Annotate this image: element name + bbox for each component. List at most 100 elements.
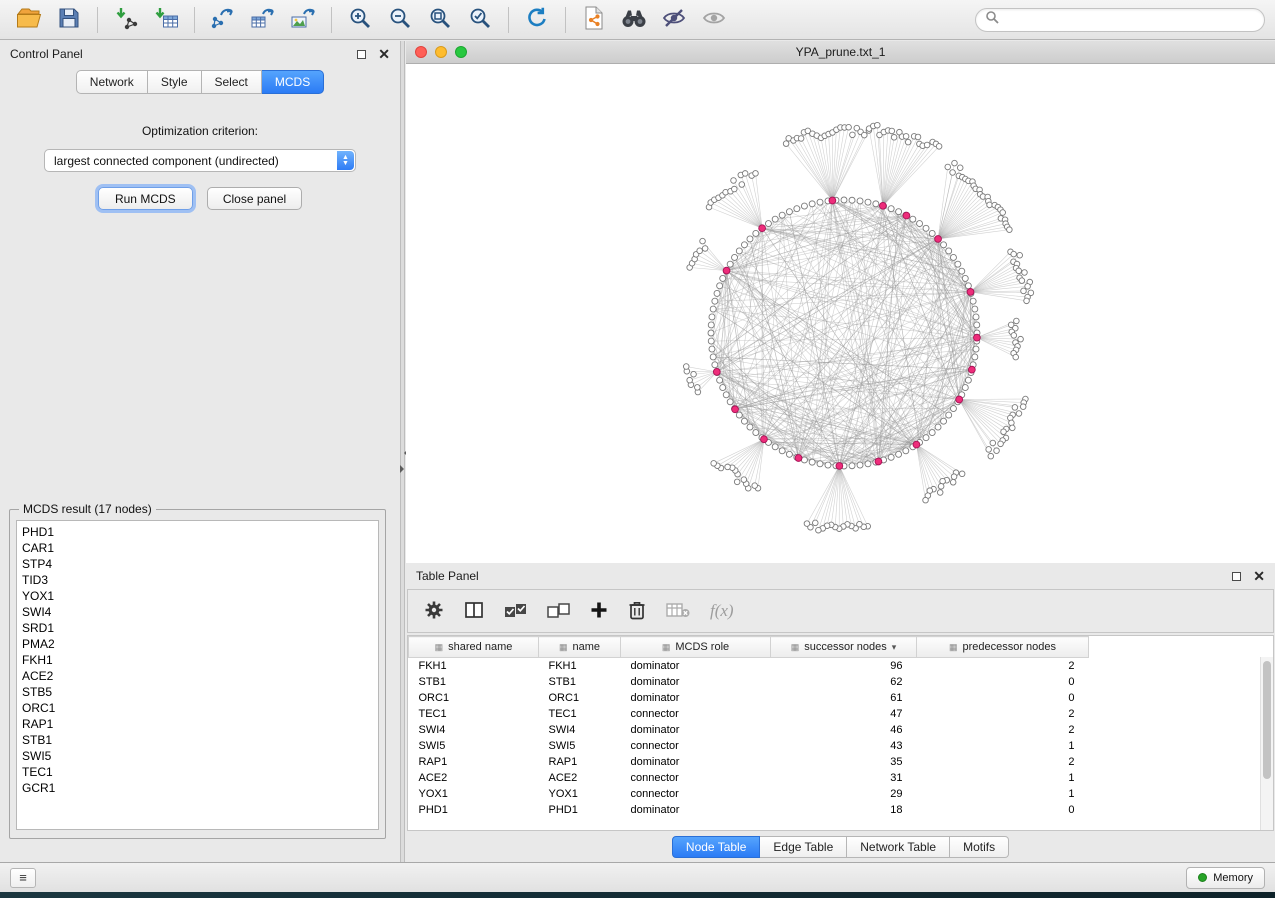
header-filler: [1089, 637, 1274, 658]
import-table-button[interactable]: [147, 4, 185, 36]
table-row[interactable]: PHD1PHD1dominator180: [409, 802, 1274, 818]
open-session-button[interactable]: [10, 4, 48, 36]
tab-mcds[interactable]: MCDS: [262, 70, 324, 94]
float-panel-icon[interactable]: [1232, 572, 1241, 581]
zoom-in-button[interactable]: [341, 4, 379, 36]
result-node-item[interactable]: TID3: [22, 572, 373, 588]
eye-slash-icon: [661, 7, 687, 32]
tab-node-table[interactable]: Node Table: [672, 836, 761, 858]
table-cell: YOX1: [539, 786, 621, 802]
column-header-MCDS-role[interactable]: ▦MCDS role: [621, 637, 771, 658]
result-node-item[interactable]: STP4: [22, 556, 373, 572]
search-icon: [985, 10, 999, 29]
cell-filler: [1089, 706, 1274, 722]
search-input[interactable]: [1005, 13, 1255, 27]
table-row[interactable]: RAP1RAP1dominator352: [409, 754, 1274, 770]
tab-style[interactable]: Style: [148, 70, 202, 94]
import-network-button[interactable]: [107, 4, 145, 36]
result-node-item[interactable]: TEC1: [22, 764, 373, 780]
tab-edge-table[interactable]: Edge Table: [760, 836, 847, 858]
result-node-item[interactable]: PMA2: [22, 636, 373, 652]
tab-select[interactable]: Select: [202, 70, 262, 94]
table-cell: RAP1: [409, 754, 539, 770]
result-node-item[interactable]: YOX1: [22, 588, 373, 604]
network-titlebar[interactable]: YPA_prune.txt_1: [406, 41, 1275, 64]
table-settings-button[interactable]: [424, 600, 444, 623]
network-view[interactable]: [406, 64, 1275, 562]
tab-network[interactable]: Network: [76, 70, 148, 94]
table-cell: dominator: [621, 722, 771, 738]
trash-icon: [628, 600, 646, 623]
table-cell: ACE2: [539, 770, 621, 786]
unselect-all-columns-button[interactable]: [547, 600, 570, 623]
result-node-item[interactable]: SWI4: [22, 604, 373, 620]
column-header-predecessor-nodes[interactable]: ▦predecessor nodes: [917, 637, 1089, 658]
find-button[interactable]: [615, 4, 653, 36]
save-session-button[interactable]: [50, 4, 88, 36]
table-scrollbar[interactable]: [1260, 657, 1273, 830]
vertical-splitter[interactable]: [400, 41, 405, 862]
table-row[interactable]: SWI4SWI4dominator462: [409, 722, 1274, 738]
table-cell: connector: [621, 770, 771, 786]
float-panel-icon[interactable]: [357, 50, 366, 59]
result-node-item[interactable]: ORC1: [22, 700, 373, 716]
close-panel-icon[interactable]: ✕: [378, 49, 390, 59]
control-panel-title: Control Panel: [10, 47, 83, 61]
zoom-selected-button[interactable]: [461, 4, 499, 36]
show-hidden-button[interactable]: [695, 4, 733, 36]
run-mcds-button[interactable]: Run MCDS: [98, 187, 193, 210]
close-panel-button[interactable]: Close panel: [207, 187, 302, 210]
column-header-shared-name[interactable]: ▦shared name: [409, 637, 539, 658]
column-header-successor-nodes[interactable]: ▦successor nodes▾: [771, 637, 917, 658]
tab-motifs[interactable]: Motifs: [950, 836, 1009, 858]
zoom-out-button[interactable]: [381, 4, 419, 36]
result-node-item[interactable]: FKH1: [22, 652, 373, 668]
table-row[interactable]: ACE2ACE2connector311: [409, 770, 1274, 786]
function-builder-button[interactable]: f(x): [710, 601, 734, 621]
delete-column-button[interactable]: [628, 600, 646, 623]
close-panel-icon[interactable]: ✕: [1253, 571, 1265, 581]
result-node-item[interactable]: PHD1: [22, 524, 373, 540]
export-table-button[interactable]: [244, 4, 282, 36]
result-node-item[interactable]: SWI5: [22, 748, 373, 764]
delete-table-button[interactable]: [666, 601, 690, 622]
tab-network-table[interactable]: Network Table: [847, 836, 950, 858]
network-window: YPA_prune.txt_1: [406, 41, 1275, 563]
table-row[interactable]: STB1STB1dominator620: [409, 674, 1274, 690]
column-header-name[interactable]: ▦name: [539, 637, 621, 658]
criterion-select[interactable]: largest connected component (undirected)…: [44, 149, 356, 172]
result-node-item[interactable]: STB1: [22, 732, 373, 748]
result-node-item[interactable]: STB5: [22, 684, 373, 700]
table-row[interactable]: TEC1TEC1connector472: [409, 706, 1274, 722]
show-columns-button[interactable]: [464, 600, 484, 623]
scrollbar-thumb[interactable]: [1263, 661, 1271, 779]
result-node-item[interactable]: CAR1: [22, 540, 373, 556]
toolbar-separator: [331, 7, 332, 33]
panel-menu-button[interactable]: ≡: [10, 868, 36, 888]
main-toolbar: [0, 0, 1275, 40]
table-row[interactable]: SWI5SWI5connector431: [409, 738, 1274, 754]
table-cell: SWI4: [409, 722, 539, 738]
memory-button[interactable]: Memory: [1186, 867, 1265, 889]
table-row[interactable]: FKH1FKH1dominator962: [409, 658, 1274, 674]
table-cell: SWI5: [539, 738, 621, 754]
table-cell: 1: [917, 786, 1089, 802]
cell-filler: [1089, 690, 1274, 706]
hide-selected-button[interactable]: [655, 4, 693, 36]
result-node-item[interactable]: GCR1: [22, 780, 373, 796]
create-column-button[interactable]: [590, 601, 608, 622]
select-all-columns-button[interactable]: [504, 600, 527, 623]
result-node-item[interactable]: RAP1: [22, 716, 373, 732]
cell-filler: [1089, 770, 1274, 786]
result-node-item[interactable]: SRD1: [22, 620, 373, 636]
table-cell: 43: [771, 738, 917, 754]
export-network-button[interactable]: [204, 4, 242, 36]
export-image-button[interactable]: [284, 4, 322, 36]
share-document-button[interactable]: [575, 4, 613, 36]
search-field[interactable]: [975, 8, 1265, 32]
table-row[interactable]: ORC1ORC1dominator610: [409, 690, 1274, 706]
apply-layout-button[interactable]: [518, 4, 556, 36]
result-node-item[interactable]: ACE2: [22, 668, 373, 684]
table-row[interactable]: YOX1YOX1connector291: [409, 786, 1274, 802]
zoom-fit-button[interactable]: [421, 4, 459, 36]
